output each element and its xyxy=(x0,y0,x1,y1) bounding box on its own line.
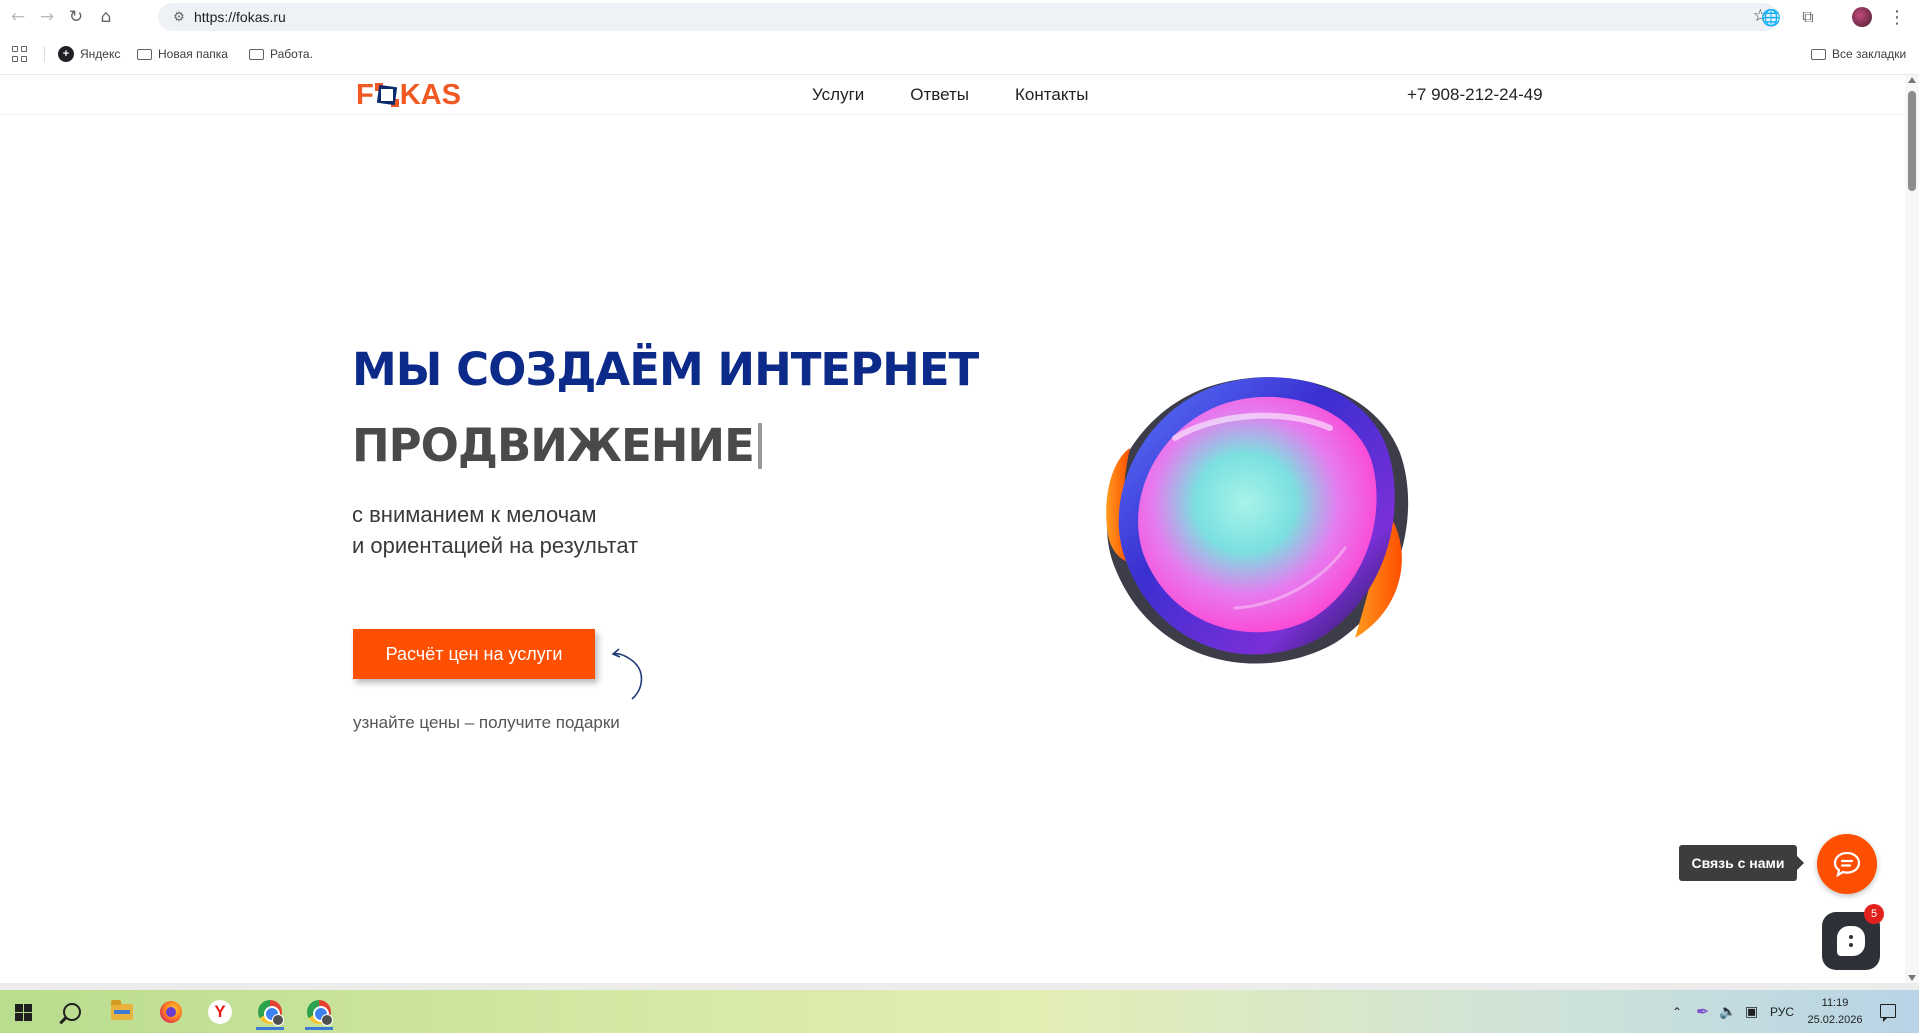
scroll-up-icon[interactable] xyxy=(1908,77,1916,83)
hero-title-line2: ПРОДВИЖЕНИЕ xyxy=(352,419,762,472)
url-text: https://fokas.ru xyxy=(194,9,286,25)
page-bottom-edge xyxy=(0,983,1919,990)
arrow-right-icon[interactable]: → xyxy=(35,5,59,29)
all-bookmarks-label: Все закладки xyxy=(1832,47,1907,61)
cta-note: узнайте цены – получите подарки xyxy=(353,713,620,732)
folder-icon xyxy=(1811,48,1826,60)
start-button[interactable] xyxy=(3,994,43,1030)
logo-mark-icon xyxy=(374,83,399,107)
avatar[interactable] xyxy=(1852,7,1872,27)
nav-answers[interactable]: Ответы xyxy=(910,85,969,105)
tune-icon[interactable]: ⚙ xyxy=(170,8,188,26)
taskbar-search[interactable] xyxy=(52,994,92,1030)
taskbar-chrome[interactable] xyxy=(250,994,290,1030)
taskbar-file-explorer[interactable] xyxy=(102,994,142,1030)
hero-title-line1: МЫ СОЗДАЁМ ИНТЕРНЕТ xyxy=(352,343,979,396)
address-bar[interactable]: ⚙ https://fokas.ru ☆ xyxy=(158,3,1778,31)
apps-grid-icon[interactable] xyxy=(12,46,28,62)
language-indicator[interactable]: РУС xyxy=(1770,990,1794,1033)
curved-arrow-icon xyxy=(611,648,643,700)
bookmark-label: Работа. xyxy=(270,47,313,61)
page-scrollbar[interactable] xyxy=(1905,75,1919,983)
clock-date: 25.02.2026 xyxy=(1807,1014,1863,1026)
chat-bubble-icon xyxy=(1833,851,1861,878)
profile-badge-icon xyxy=(321,1014,333,1026)
logo-text-left: F xyxy=(356,78,374,111)
nav-services[interactable]: Услуги xyxy=(812,85,864,105)
active-indicator xyxy=(256,1027,284,1030)
bookmarks-bar: + Яндекс Новая папка Работа. Все закладк… xyxy=(0,40,1919,68)
speaker-icon[interactable]: 🔈 xyxy=(1719,990,1736,1033)
nav-contacts[interactable]: Контакты xyxy=(1015,85,1088,105)
hero-title-typed-text: ПРОДВИЖЕНИЕ xyxy=(352,419,755,472)
bookmark-label: Яндекс xyxy=(80,47,121,61)
bookmark-new-folder[interactable]: Новая папка xyxy=(137,44,228,64)
glass-blob-image xyxy=(1106,377,1409,664)
show-hidden-icons[interactable]: ⌃ xyxy=(1672,990,1682,1033)
taskbar-chrome-profile[interactable] xyxy=(299,994,339,1030)
reload-icon[interactable]: ↻ xyxy=(64,5,88,29)
hero-subtitle: с вниманием к мелочам и ориентацией на р… xyxy=(352,499,638,561)
price-calculation-button[interactable]: Расчёт цен на услуги xyxy=(353,629,595,679)
folder-icon xyxy=(249,48,264,60)
yandex-browser-icon: Y xyxy=(208,1000,232,1024)
profile-badge-icon xyxy=(272,1014,284,1026)
more-vert-icon[interactable]: ⋮ xyxy=(1888,5,1906,29)
scroll-thumb[interactable] xyxy=(1908,91,1916,191)
website: F KAS Услуги Ответы Контакты +7 908-212-… xyxy=(0,75,1905,983)
active-indicator xyxy=(305,1027,333,1030)
taskbar: Y ⌃ ✒ 🔈 ▣ РУС 11:19 25.02.2026 xyxy=(0,990,1919,1033)
site-header: F KAS Услуги Ответы Контакты +7 908-212-… xyxy=(0,75,1905,115)
chatbot-icon xyxy=(1837,926,1865,956)
scroll-down-icon[interactable] xyxy=(1908,975,1916,981)
bookmark-work-folder[interactable]: Работа. xyxy=(249,44,313,64)
globe-icon[interactable]: 🌐 xyxy=(1759,5,1783,29)
hero-subtitle-line1: с вниманием к мелочам xyxy=(352,502,597,527)
bookmark-label: Новая папка xyxy=(158,47,228,61)
notification-center-icon[interactable] xyxy=(1880,1004,1896,1022)
bookmarks-separator xyxy=(44,46,45,62)
home-icon[interactable]: ⌂ xyxy=(94,5,118,29)
logo-text-right: KAS xyxy=(399,78,461,111)
chat-button[interactable] xyxy=(1817,834,1877,894)
contact-us-tooltip: Связь с нами xyxy=(1679,845,1804,881)
pen-icon[interactable]: ✒ xyxy=(1696,990,1709,1033)
windows-start-icon xyxy=(14,1003,32,1021)
clock-time: 11:19 xyxy=(1821,997,1849,1009)
search-icon xyxy=(63,1003,81,1021)
clock[interactable]: 11:19 25.02.2026 xyxy=(1800,995,1870,1029)
site-nav: Услуги Ответы Контакты xyxy=(812,85,1088,105)
hero-subtitle-line2: и ориентацией на результат xyxy=(352,533,639,558)
file-explorer-icon xyxy=(111,1000,133,1020)
arrow-left-icon[interactable]: ← xyxy=(6,5,30,29)
browser-toolbar: ← → ↻ ⌂ ⚙ https://fokas.ru ☆ 🌐 ⧉ ⋮ xyxy=(0,0,1919,34)
taskbar-firefox[interactable] xyxy=(151,994,191,1030)
typing-caret xyxy=(757,422,762,469)
notification-badge: 5 xyxy=(1864,904,1884,924)
firefox-icon xyxy=(160,1001,182,1023)
all-bookmarks[interactable]: Все закладки xyxy=(1811,44,1906,64)
network-icon[interactable]: ▣ xyxy=(1745,990,1758,1033)
phone-link[interactable]: +7 908-212-24-49 xyxy=(1407,85,1543,105)
bookmark-yandex[interactable]: + Яндекс xyxy=(58,44,120,64)
yandex-icon: + xyxy=(58,46,74,62)
folder-icon xyxy=(137,48,152,60)
puzzle-icon[interactable]: ⧉ xyxy=(1796,5,1820,29)
taskbar-yandex-browser[interactable]: Y xyxy=(200,994,240,1030)
logo[interactable]: F KAS xyxy=(356,78,461,112)
